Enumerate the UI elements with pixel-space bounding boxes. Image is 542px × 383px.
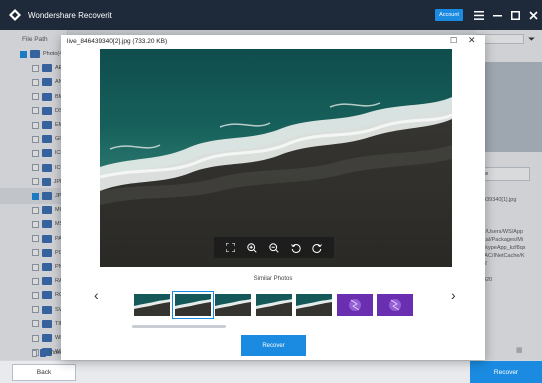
back-button[interactable]: Back <box>12 364 76 381</box>
maximize-icon[interactable] <box>506 6 524 24</box>
recover-button-main[interactable]: Recover <box>470 361 542 383</box>
similar-photos-label: Similar Photos <box>253 276 293 282</box>
minimize-icon[interactable] <box>488 6 506 24</box>
similar-photo-thumbnail[interactable] <box>171 291 214 319</box>
photo-preview-dialog: live_846439340[2].jpg (733.20 KB) ☐ ✕ Si… <box>61 35 485 360</box>
zoom-out-icon[interactable] <box>267 241 281 255</box>
preview-image <box>100 49 452 267</box>
app-title: Wondershare Recoverit <box>28 10 112 20</box>
menu-icon[interactable] <box>470 6 488 24</box>
rotate-left-icon[interactable] <box>289 241 303 255</box>
similar-photo-thumbnail[interactable] <box>134 294 170 316</box>
close-dialog-icon[interactable]: ✕ <box>468 35 476 46</box>
close-icon[interactable] <box>524 6 542 24</box>
recover-button[interactable]: Recover <box>241 335 306 356</box>
similar-photo-thumbnail[interactable] <box>377 294 413 316</box>
image-toolbar <box>214 237 334 258</box>
similar-photos-strip <box>134 291 418 319</box>
recoverit-logo-icon <box>9 9 21 21</box>
bottom-bar: Back Recover <box>0 360 542 383</box>
similar-photo-thumbnail[interactable] <box>296 294 332 316</box>
zoom-in-icon[interactable] <box>245 241 259 255</box>
chevron-right-icon[interactable]: › <box>451 287 456 303</box>
maximize-dialog-icon[interactable]: ☐ <box>450 36 457 45</box>
similar-photo-thumbnail[interactable] <box>215 294 251 316</box>
fit-screen-icon[interactable] <box>224 241 238 255</box>
similar-photo-thumbnail[interactable] <box>336 294 373 316</box>
preview-title: live_846439340[2].jpg (733.20 KB) <box>67 38 168 45</box>
title-bar: Wondershare Recoverit Account <box>0 0 542 30</box>
account-button[interactable]: Account <box>435 9 463 21</box>
rotate-right-icon[interactable] <box>310 241 324 255</box>
thumbnail-scrollbar[interactable] <box>132 325 226 328</box>
chevron-left-icon[interactable]: ‹ <box>94 287 99 303</box>
similar-photo-thumbnail[interactable] <box>255 294 292 316</box>
